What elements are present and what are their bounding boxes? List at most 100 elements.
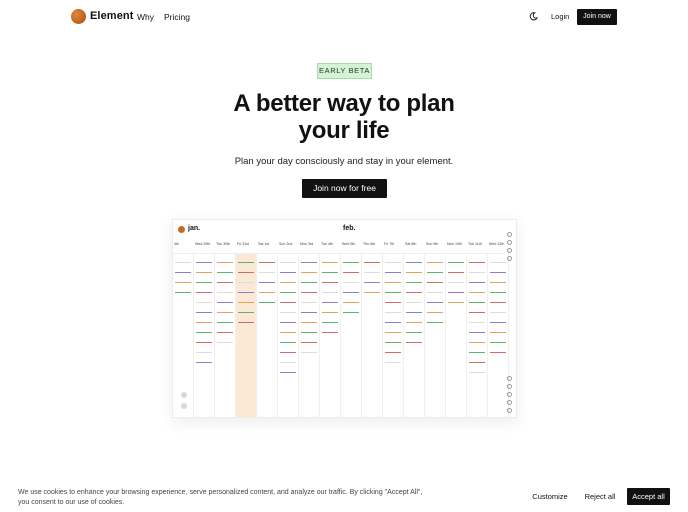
preview-task [448,258,464,263]
preview-task [469,368,485,373]
preview-task [364,268,380,273]
element-logo-icon[interactable] [71,9,86,24]
preview-task [343,258,359,263]
preview-day-header: Wed 5th [342,242,356,246]
preview-task [217,258,233,263]
preview-task [469,338,485,343]
preview-day-column [320,254,341,417]
preview-day-column [467,254,488,417]
preview-task [427,258,443,263]
preview-task [469,318,485,323]
preview-task [301,278,317,283]
preview-task [259,298,275,303]
preview-task [217,308,233,313]
preview-task [322,298,338,303]
preview-month-feb: feb. [343,225,356,232]
preview-task [196,358,212,363]
preview-task [448,268,464,273]
headline-line-1: A better way to plan [233,90,455,117]
preview-task [448,298,464,303]
preview-task [259,278,275,283]
preview-task [322,328,338,333]
preview-task [385,258,401,263]
preview-task [301,298,317,303]
moon-icon[interactable] [529,12,538,21]
preview-day-header: Wed 12th [489,242,505,246]
early-beta-badge: EARLY BETA [317,63,372,79]
preview-task [238,308,254,313]
preview-day-column [257,254,278,417]
preview-day-column [425,254,446,417]
join-free-button[interactable]: Join now for free [302,179,387,198]
preview-day-column [299,254,320,417]
preview-sidebar-icon [507,408,512,413]
preview-task [280,318,296,323]
preview-task [259,258,275,263]
preview-day-header: Wed 29th [195,242,211,246]
preview-task [175,288,191,293]
preview-task [217,318,233,323]
join-now-button[interactable]: Join now [577,9,617,25]
preview-task [385,308,401,313]
brand-name[interactable]: Element [90,10,134,22]
preview-task [196,278,212,283]
headline-line-2: your life [298,117,390,144]
preview-day-header: 4th [174,242,179,246]
login-link[interactable]: Login [551,12,569,21]
preview-day-column [278,254,299,417]
preview-day-header: Fri 31st [237,242,249,246]
preview-settings-icon [181,392,187,398]
preview-task [217,338,233,343]
preview-task [238,258,254,263]
preview-task [322,288,338,293]
preview-task [280,328,296,333]
nav-link-why[interactable]: Why [137,12,154,22]
preview-task [217,298,233,303]
cookie-reject-button[interactable]: Reject all [581,490,619,504]
preview-task [406,278,422,283]
preview-task [385,288,401,293]
preview-sidebar-icon [507,384,512,389]
preview-task [385,318,401,323]
preview-task [217,268,233,273]
preview-task [280,368,296,373]
preview-sidebar-icon [507,400,512,405]
preview-task [490,268,506,273]
preview-task [175,258,191,263]
preview-task [448,278,464,283]
preview-task [259,268,275,273]
preview-task [427,268,443,273]
preview-task [490,278,506,283]
preview-day-header: Fri 7th [384,242,395,246]
preview-day-header: Mon 3rd [300,242,314,246]
preview-day-column [215,254,236,417]
hero-headline: A better way to plan your life [0,90,688,144]
preview-sidebar-icon [507,232,512,237]
preview-task [364,258,380,263]
preview-task [280,308,296,313]
preview-task [238,268,254,273]
preview-task [196,318,212,323]
preview-task [490,318,506,323]
cookie-accept-button[interactable]: Accept all [627,488,670,505]
preview-task [469,308,485,313]
preview-task [469,258,485,263]
preview-task [259,288,275,293]
preview-task [364,278,380,283]
preview-task [490,348,506,353]
preview-day-column [341,254,362,417]
cookie-customize-button[interactable]: Customize [526,490,574,504]
preview-day-column [488,254,509,417]
hero-subline: Plan your day consciously and stay in yo… [234,156,454,167]
preview-task [280,348,296,353]
preview-task [238,288,254,293]
preview-day-column [194,254,215,417]
preview-task [280,288,296,293]
preview-sidebar-icon [507,256,512,261]
preview-task [322,318,338,323]
preview-task [469,268,485,273]
preview-day-column [362,254,383,417]
preview-month-jan: jan. [188,225,201,232]
nav-link-pricing[interactable]: Pricing [164,12,190,22]
preview-task [469,278,485,283]
